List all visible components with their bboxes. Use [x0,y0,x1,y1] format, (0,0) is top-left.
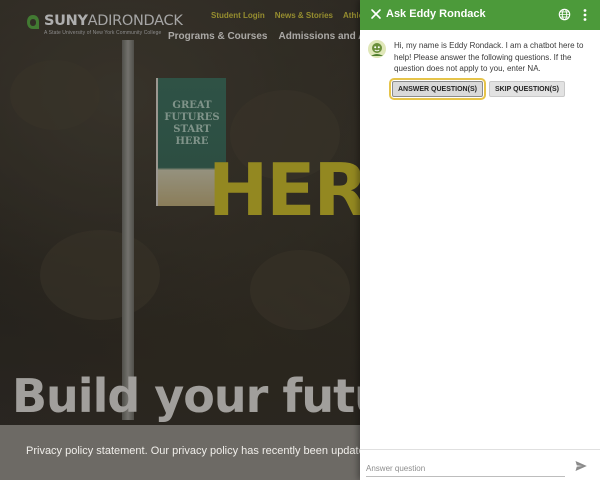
answer-input[interactable] [366,461,565,477]
send-icon[interactable] [574,459,588,473]
answer-questions-button[interactable]: ANSWER QUESTION(S) [389,78,486,100]
chat-title: Ask Eddy Rondack [386,8,486,20]
skip-questions-button[interactable]: SKIP QUESTION(S) [488,81,565,97]
bot-message-text: Hi, my name is Eddy Rondack. I am a chat… [394,41,584,73]
globe-icon[interactable] [558,8,571,21]
chat-input-area [360,449,600,480]
privacy-text[interactable]: Privacy policy statement. Our privacy po… [26,445,371,457]
bot-avatar [368,40,386,58]
chat-header: Ask Eddy Rondack [360,0,600,30]
close-icon[interactable] [369,7,383,21]
question-actions: ANSWER QUESTION(S) SKIP QUESTION(S) [389,78,565,100]
chatbot-panel: Ask Eddy Rondack Hi, my name is Eddy Ron… [360,0,600,480]
more-vertical-icon[interactable] [581,8,589,22]
